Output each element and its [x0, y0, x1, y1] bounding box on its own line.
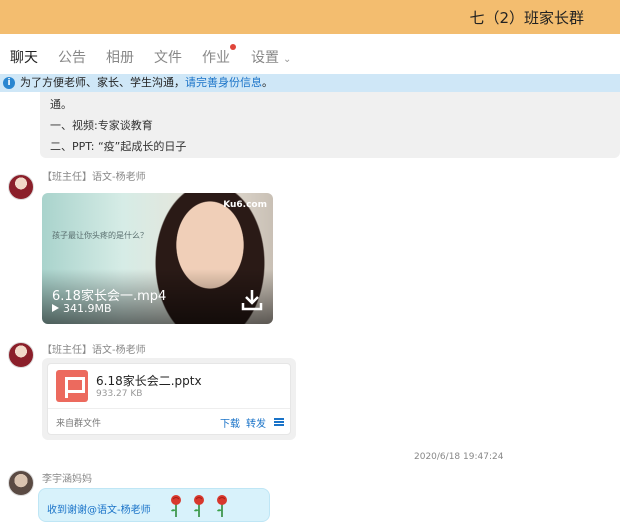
- download-icon[interactable]: [241, 288, 263, 312]
- group-title: 七（2）班家长群: [469, 9, 584, 27]
- rose-icon: [194, 495, 204, 517]
- sender-name: 【班主任】语文-杨老师: [42, 345, 146, 356]
- notice-end: 。: [262, 76, 273, 89]
- tab-bar: 聊天 公告 相册 文件 作业 设置 ⌄: [0, 34, 620, 74]
- video-caption: 孩子最让你头疼的是什么？: [52, 231, 148, 240]
- video-file-size-row: 341.9MB: [52, 302, 112, 315]
- chevron-down-icon: ⌄: [283, 54, 292, 65]
- identity-notice: i 为了方便老师、家长、学生沟通，请完善身份信息。: [0, 74, 620, 92]
- forward-button[interactable]: 转发: [246, 415, 266, 430]
- tab-album[interactable]: 相册: [106, 47, 134, 67]
- notice-message: 为了方便老师、家长、学生沟通，: [20, 76, 185, 89]
- message-line: 通。: [50, 98, 72, 111]
- complete-identity-link[interactable]: 请完善身份信息: [185, 76, 262, 89]
- rose-icon: [217, 495, 227, 517]
- powerpoint-icon: [56, 370, 88, 402]
- sender-name: 【班主任】语文-杨老师: [42, 172, 146, 183]
- title-bar: 七（2）班家长群: [0, 0, 620, 34]
- video-message[interactable]: 孩子最让你头疼的是什么？ Ku6.com 6.18家长会一.mp4 341.9M…: [42, 193, 273, 324]
- tab-settings[interactable]: 设置 ⌄: [251, 47, 291, 67]
- divider: [48, 408, 290, 409]
- play-icon: [52, 304, 59, 312]
- tab-settings-label: 设置: [251, 50, 279, 66]
- video-file-size: 341.9MB: [63, 302, 112, 315]
- tab-homework[interactable]: 作业: [202, 44, 236, 67]
- video-watermark: Ku6.com: [223, 200, 267, 210]
- message-line: 一、视频:专家谈教育: [50, 119, 153, 132]
- file-message: 6.18家长会二.pptx 933.27 KB 来自群文件 下载 转发: [42, 358, 296, 440]
- tab-announcement[interactable]: 公告: [58, 47, 86, 67]
- info-icon: i: [3, 77, 15, 89]
- timestamp: 2020/6/18 19:47:24: [414, 452, 504, 462]
- message-bubble-partial: 通。 一、视频:专家谈教育 二、PPT: “疫”起成长的日子: [40, 92, 620, 158]
- unread-dot: [230, 44, 236, 50]
- tab-homework-label: 作业: [202, 50, 230, 66]
- avatar[interactable]: [8, 470, 34, 496]
- download-button[interactable]: 下载: [220, 415, 240, 430]
- menu-icon[interactable]: [274, 418, 284, 426]
- file-size: 933.27 KB: [96, 389, 143, 399]
- reply-text: 收到谢谢@语文-杨老师: [47, 505, 151, 516]
- chat-area: 通。 一、视频:专家谈教育 二、PPT: “疫”起成长的日子 【班主任】语文-杨…: [0, 92, 620, 525]
- rose-icon: [171, 495, 181, 517]
- avatar[interactable]: [8, 174, 34, 200]
- tab-files[interactable]: 文件: [154, 47, 182, 67]
- file-source: 来自群文件: [56, 419, 102, 429]
- avatar[interactable]: [8, 342, 34, 368]
- notice-text: 为了方便老师、家长、学生沟通，请完善身份信息。: [20, 74, 273, 92]
- file-name: 6.18家长会二.pptx: [96, 374, 202, 388]
- file-card[interactable]: 6.18家长会二.pptx 933.27 KB 来自群文件 下载 转发: [47, 363, 291, 435]
- message-line: 二、PPT: “疫”起成长的日子: [50, 140, 187, 153]
- tab-chat[interactable]: 聊天: [10, 47, 38, 67]
- reply-bubble: 收到谢谢@语文-杨老师: [38, 488, 270, 522]
- sender-name: 李宇涵妈妈: [42, 474, 92, 485]
